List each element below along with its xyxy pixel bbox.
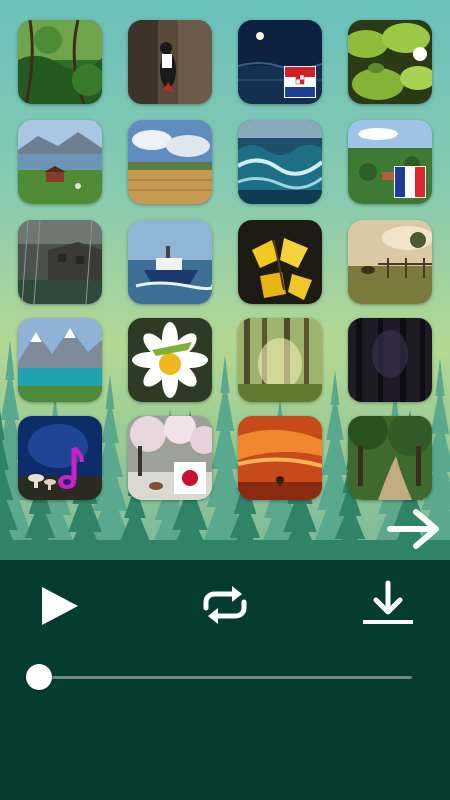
seek-thumb[interactable]	[26, 664, 52, 690]
seek-slider[interactable]	[26, 664, 414, 690]
play-button[interactable]	[38, 584, 82, 628]
sound-tile-dark-forest[interactable]	[348, 318, 432, 402]
field-under-clouds-image	[128, 120, 212, 204]
sound-tile-night-mushrooms[interactable]	[18, 416, 102, 500]
sound-tile-jungle-vines[interactable]	[18, 20, 102, 104]
download-button[interactable]	[360, 580, 416, 628]
sound-tile-ocean-waves[interactable]	[238, 120, 322, 204]
sound-tile-night-sea[interactable]	[238, 20, 322, 104]
dark-forest-image	[348, 318, 432, 402]
sound-tile-woodpecker-on-tree[interactable]	[128, 20, 212, 104]
play-icon	[42, 587, 78, 625]
sound-tile-misty-pasture-horses[interactable]	[348, 220, 432, 304]
sound-tile-frog-on-lily-pads[interactable]	[348, 20, 432, 104]
forest-path-image	[348, 416, 432, 500]
music-note-icon	[56, 446, 84, 492]
alpine-lake-image	[18, 318, 102, 402]
woodpecker-on-tree-image	[128, 20, 212, 104]
croatia-flag-icon	[284, 66, 316, 98]
frog-on-lily-pads-image	[348, 20, 432, 104]
sound-tile-lakeside-farm[interactable]	[18, 120, 102, 204]
next-page-arrow-icon[interactable]	[386, 506, 444, 552]
sound-tile-police-boat[interactable]	[128, 220, 212, 304]
sound-tile-rainy-village[interactable]	[18, 220, 102, 304]
lakeside-farm-image	[18, 120, 102, 204]
sound-tile-field-under-clouds[interactable]	[128, 120, 212, 204]
sound-tile-sunlit-forest[interactable]	[238, 318, 322, 402]
sound-tile-french-countryside[interactable]	[348, 120, 432, 204]
app-screen	[0, 0, 450, 800]
jungle-vines-image	[18, 20, 102, 104]
sound-tile-orange-sunset-tree[interactable]	[238, 416, 322, 500]
police-boat-image	[128, 220, 212, 304]
sound-tile-alpine-lake[interactable]	[18, 318, 102, 402]
japan-flag-icon	[174, 462, 206, 494]
orange-sunset-tree-image	[238, 416, 322, 500]
sound-tile-grasshopper-on-daisy[interactable]	[128, 318, 212, 402]
france-flag-icon	[394, 166, 426, 198]
seek-track	[38, 676, 412, 679]
repeat-icon	[203, 586, 247, 624]
misty-pasture-horses-image	[348, 220, 432, 304]
sunlit-forest-image	[238, 318, 322, 402]
download-icon	[363, 580, 413, 624]
ocean-waves-image	[238, 120, 322, 204]
sound-tile-cherry-blossom-deer[interactable]	[128, 416, 212, 500]
yellow-autumn-leaves-image	[238, 220, 322, 304]
rainy-village-image	[18, 220, 102, 304]
repeat-button[interactable]	[198, 582, 252, 628]
sound-tile-forest-path[interactable]	[348, 416, 432, 500]
sound-tile-yellow-autumn-leaves[interactable]	[238, 220, 322, 304]
grasshopper-on-daisy-image	[128, 318, 212, 402]
